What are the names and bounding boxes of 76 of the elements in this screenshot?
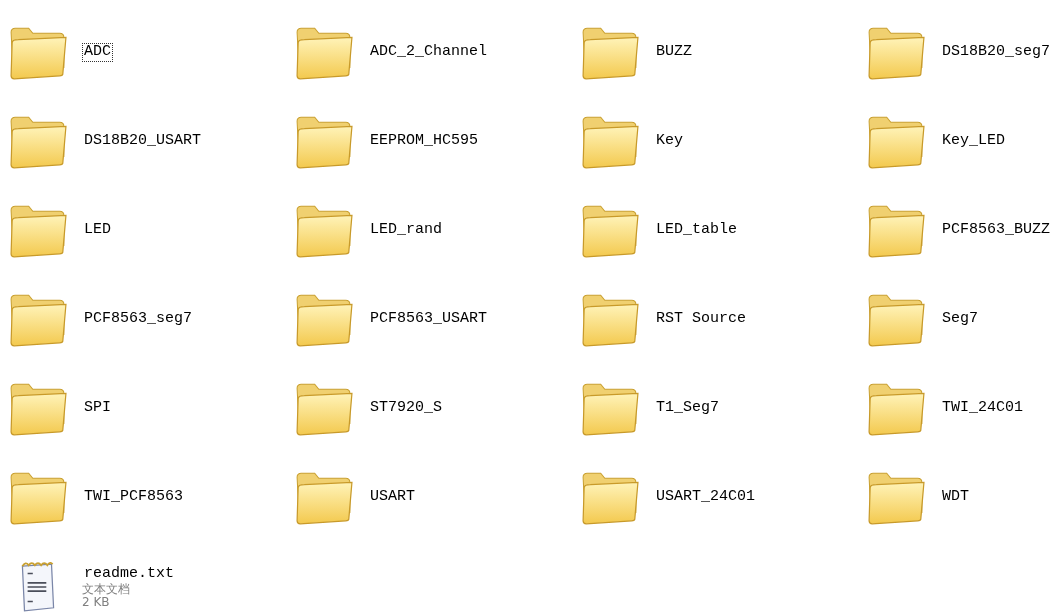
file-item[interactable]: SPI	[8, 364, 294, 453]
file-item[interactable]: USART_24C01	[580, 453, 866, 542]
file-name: TWI_24C01	[941, 399, 1024, 418]
file-name: T1_Seg7	[655, 399, 720, 418]
file-item[interactable]: ADC_2_Channel	[294, 8, 580, 97]
file-name: PCF8563_BUZZ	[941, 221, 1052, 240]
file-name: Seg7	[941, 310, 979, 329]
file-name: LED_rand	[369, 221, 443, 240]
file-item[interactable]: EEPROM_HC595	[294, 97, 580, 186]
file-name: ADC	[82, 43, 113, 62]
file-name: readme.txt	[83, 564, 175, 583]
folder-icon	[580, 203, 640, 258]
file-type: 文本文档	[82, 583, 131, 596]
folder-icon	[580, 381, 640, 436]
file-item[interactable]: Key	[580, 97, 866, 186]
file-name: LED_table	[655, 221, 738, 240]
file-name: DS18B20_seg7	[941, 43, 1052, 62]
folder-icon	[8, 114, 68, 169]
folder-icon	[294, 203, 354, 258]
folder-icon	[8, 292, 68, 347]
folder-icon	[8, 25, 68, 80]
file-item[interactable]: LED	[8, 186, 294, 275]
file-item[interactable]: TWI_PCF8563	[8, 453, 294, 542]
folder-icon	[866, 25, 926, 80]
file-name: ADC_2_Channel	[369, 43, 489, 62]
file-item[interactable]: TWI_24C01	[866, 364, 1064, 453]
file-item[interactable]: WDT	[866, 453, 1064, 542]
folder-icon	[8, 203, 68, 258]
file-item[interactable]: DS18B20_USART	[8, 97, 294, 186]
file-item[interactable]: LED_table	[580, 186, 866, 275]
file-name: Key_LED	[941, 132, 1006, 151]
folder-icon	[294, 292, 354, 347]
folder-icon	[866, 203, 926, 258]
file-item[interactable]: T1_Seg7	[580, 364, 866, 453]
folder-icon	[866, 114, 926, 169]
folder-icon	[294, 25, 354, 80]
file-name: TWI_PCF8563	[83, 488, 185, 507]
file-name: LED	[83, 221, 112, 240]
folder-icon	[8, 381, 68, 436]
file-item[interactable]: RST Source	[580, 275, 866, 364]
file-name: PCF8563_seg7	[83, 310, 194, 329]
file-name: EEPROM_HC595	[369, 132, 480, 151]
folder-icon	[866, 292, 926, 347]
file-name: PCF8563_USART	[369, 310, 489, 329]
folder-icon	[580, 470, 640, 525]
file-name: WDT	[941, 488, 970, 507]
file-item[interactable]: DS18B20_seg7	[866, 8, 1064, 97]
file-name: SPI	[83, 399, 112, 418]
file-item[interactable]: PCF8563_seg7	[8, 275, 294, 364]
file-name: ST7920_S	[369, 399, 443, 418]
folder-icon	[580, 25, 640, 80]
file-item[interactable]: PCF8563_USART	[294, 275, 580, 364]
folder-icon	[294, 381, 354, 436]
folder-icon	[580, 114, 640, 169]
folder-icon	[8, 470, 68, 525]
file-name: USART_24C01	[655, 488, 757, 507]
folder-icon	[580, 292, 640, 347]
file-name: Key	[655, 132, 684, 151]
folder-icon	[294, 114, 354, 169]
file-name: RST Source	[655, 310, 747, 329]
file-item[interactable]: Key_LED	[866, 97, 1064, 186]
file-item[interactable]: LED_rand	[294, 186, 580, 275]
file-size: 2 KB	[82, 595, 110, 609]
file-item[interactable]: ST7920_S	[294, 364, 580, 453]
file-item[interactable]: readme.txt 文本文档 2 KB	[8, 542, 294, 614]
file-item[interactable]: ADC	[8, 8, 294, 97]
file-item[interactable]: USART	[294, 453, 580, 542]
file-name: DS18B20_USART	[83, 132, 203, 151]
file-item[interactable]: Seg7	[866, 275, 1064, 364]
file-name: USART	[369, 488, 416, 507]
folder-icon	[866, 470, 926, 525]
file-item[interactable]: PCF8563_BUZZ	[866, 186, 1064, 275]
file-item[interactable]: BUZZ	[580, 8, 866, 97]
file-name: BUZZ	[655, 43, 693, 62]
folder-icon	[866, 381, 926, 436]
folder-icon	[294, 470, 354, 525]
